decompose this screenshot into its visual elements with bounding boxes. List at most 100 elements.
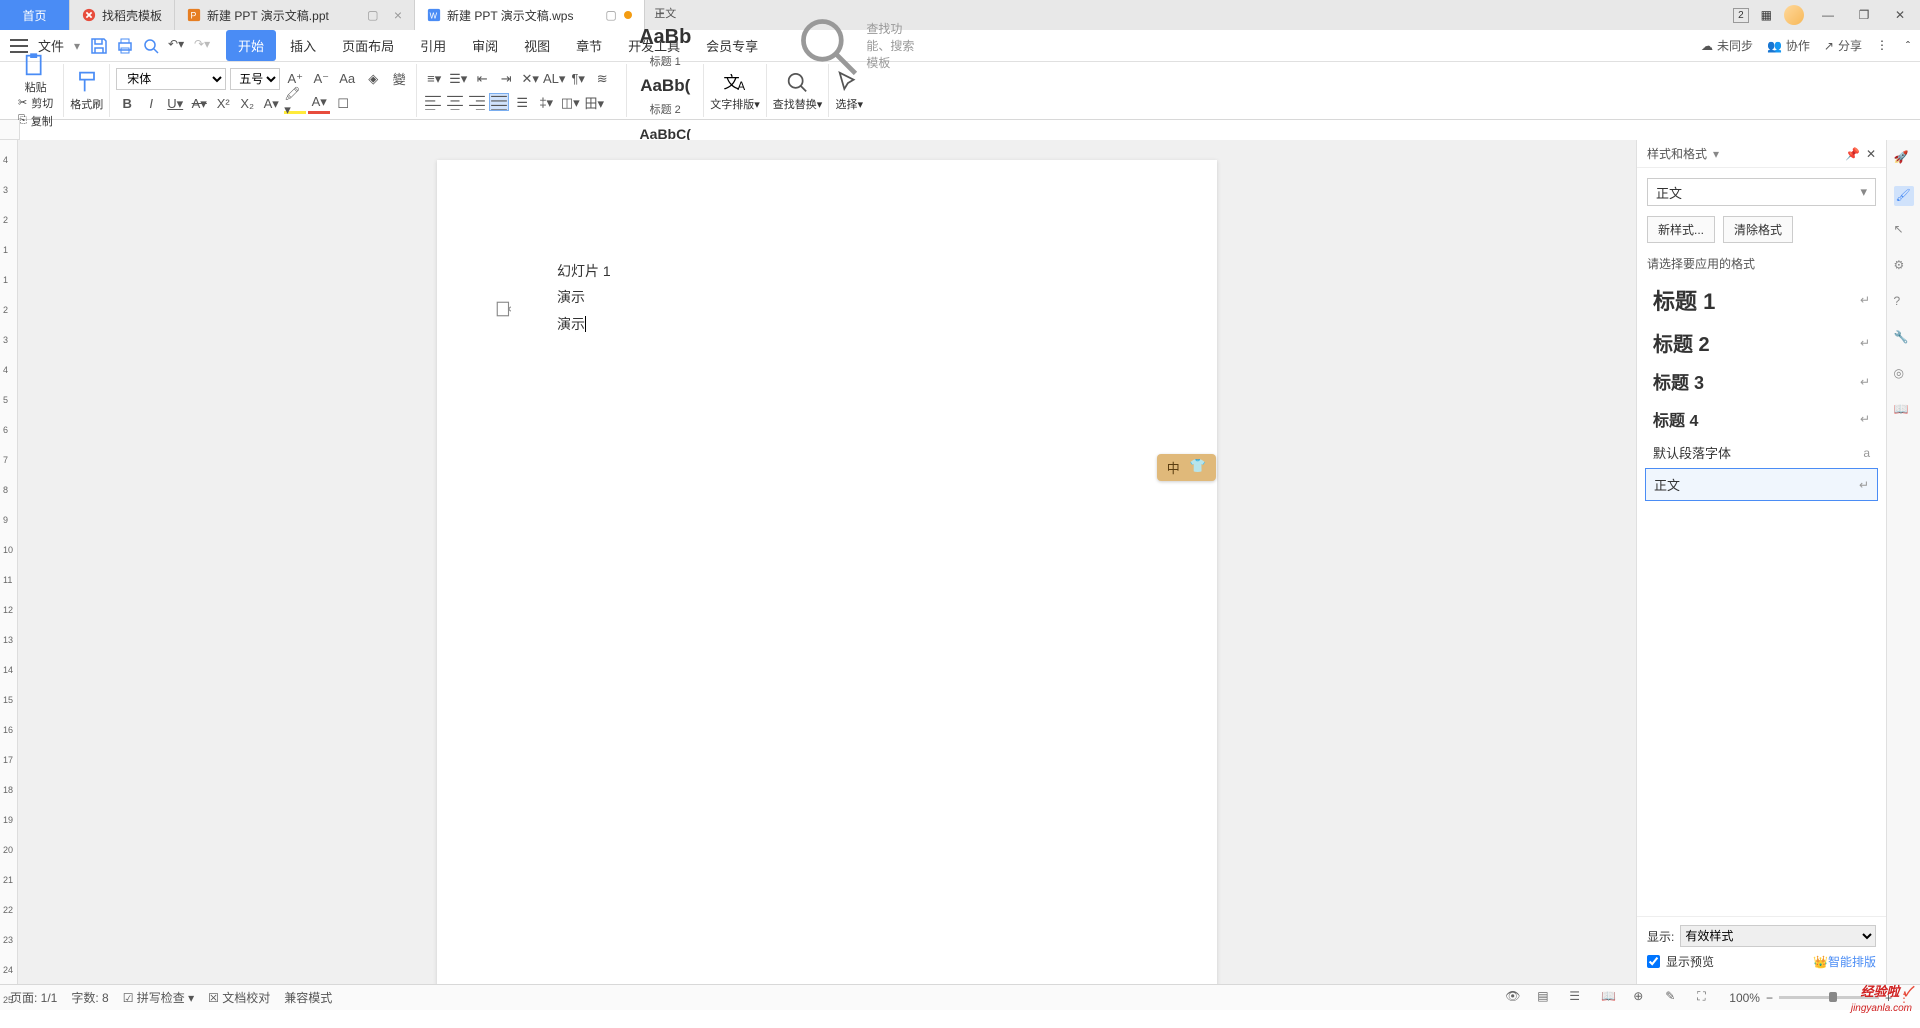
menu-insert[interactable]: 插入 — [278, 30, 328, 61]
page-view-icon[interactable]: ▤ — [1537, 989, 1555, 1007]
style-row[interactable]: 默认段落字体a — [1645, 437, 1878, 468]
subscript-button[interactable]: X₂ — [236, 94, 258, 114]
font-name-select[interactable]: 宋体 — [116, 68, 226, 90]
underline-button[interactable]: U▾ — [164, 94, 186, 114]
new-style-button[interactable]: 新样式... — [1647, 216, 1715, 243]
tools-icon[interactable]: 🔧 — [1894, 330, 1914, 350]
show-marks-icon[interactable]: ¶▾ — [567, 69, 589, 89]
zoom-value[interactable]: 100% — [1729, 991, 1760, 1005]
line-icon[interactable]: ≋ — [591, 69, 613, 89]
proofing-status[interactable]: ☒ 文档校对 — [208, 989, 270, 1006]
print-icon[interactable] — [116, 37, 134, 55]
preview-icon[interactable] — [142, 37, 160, 55]
close-button[interactable]: ✕ — [1888, 3, 1912, 27]
clear-format-icon[interactable]: ◈ — [362, 69, 384, 89]
paste-options-icon[interactable] — [495, 300, 513, 318]
style-item-h2[interactable]: AaBb(标题 2 — [633, 70, 697, 118]
highlight-icon[interactable]: 🖍▾ — [284, 94, 306, 114]
menu-ref[interactable]: 引用 — [408, 30, 458, 61]
cut-button[interactable]: ✂ 剪切 — [18, 95, 53, 111]
window-icon[interactable]: ▢ — [604, 8, 618, 22]
share-button[interactable]: ↗ 分享 — [1824, 37, 1862, 54]
badge-icon[interactable]: 2 — [1733, 8, 1749, 23]
line-spacing-icon[interactable]: ‡▾ — [535, 93, 557, 113]
tab-ppt[interactable]: P 新建 PPT 演示文稿.ppt ▢ × — [175, 0, 415, 30]
style-row[interactable]: 标题 4↵ — [1645, 401, 1878, 437]
display-select[interactable]: 有效样式 — [1680, 925, 1876, 947]
select-icon[interactable] — [835, 70, 863, 94]
sort-icon[interactable]: ✕▾ — [519, 69, 541, 89]
panel-dropdown-icon[interactable]: ▾ — [1713, 147, 1719, 161]
superscript-button[interactable]: X² — [212, 94, 234, 114]
window-icon[interactable]: ▢ — [366, 8, 380, 22]
avatar[interactable] — [1784, 5, 1804, 25]
target-icon[interactable]: ◎ — [1894, 366, 1914, 386]
font-size-select[interactable]: 五号 — [230, 68, 280, 90]
collapse-ribbon-icon[interactable]: ˆ — [1906, 39, 1910, 53]
panel-close-icon[interactable]: ✕ — [1866, 147, 1876, 161]
style-row[interactable]: 标题 1↵ — [1645, 278, 1878, 322]
bullets-icon[interactable]: ≡▾ — [423, 69, 445, 89]
style-brush-icon[interactable]: 🖌 — [1894, 186, 1914, 206]
align-left-button[interactable] — [423, 93, 443, 111]
format-painter-icon[interactable] — [73, 70, 101, 94]
cursor-strip-icon[interactable]: ↖ — [1894, 222, 1914, 242]
smart-layout-link[interactable]: 👑智能排版 — [1813, 953, 1876, 970]
undo-icon[interactable]: ↶▾ — [168, 37, 186, 55]
zoom-out-button[interactable]: − — [1766, 991, 1773, 1005]
style-row[interactable]: 标题 3↵ — [1645, 363, 1878, 401]
sync-status[interactable]: ☁ 未同步 — [1701, 37, 1753, 54]
tab-char-icon[interactable]: AL▾ — [543, 69, 565, 89]
draft-view-icon[interactable]: ✎ — [1665, 989, 1683, 1007]
clear-format-button[interactable]: 清除格式 — [1723, 216, 1793, 243]
phonetic-icon[interactable]: 變 — [388, 69, 410, 89]
preview-checkbox[interactable] — [1647, 955, 1660, 968]
tab-wps-active[interactable]: W 新建 PPT 演示文稿.wps ▢ — [415, 0, 645, 30]
tab-close-icon[interactable]: × — [394, 7, 402, 23]
copy-button[interactable]: ⎘ 复制 — [18, 113, 53, 129]
menu-layout[interactable]: 页面布局 — [330, 30, 406, 61]
page-status[interactable]: 页面: 1/1 — [10, 989, 57, 1006]
decrease-indent-icon[interactable]: ⇤ — [471, 69, 493, 89]
borders-icon[interactable]: 田▾ — [583, 93, 605, 113]
document-area[interactable]: 幻灯片 1 演示 演示 中 👕 — [18, 140, 1636, 984]
pin-icon[interactable]: 📌 — [1845, 147, 1860, 161]
italic-button[interactable]: I — [140, 94, 162, 114]
settings-slider-icon[interactable]: ⚙ — [1894, 258, 1914, 278]
grid-icon[interactable]: ▦ — [1761, 8, 1772, 22]
hamburger-icon[interactable] — [10, 39, 28, 53]
distribute-icon[interactable]: ☰ — [511, 93, 533, 113]
align-right-button[interactable] — [467, 93, 487, 111]
text-layout-icon[interactable]: 文A — [721, 70, 749, 94]
change-case-icon[interactable]: Aa — [336, 69, 358, 89]
shading-icon[interactable]: ◫▾ — [559, 93, 581, 113]
web-view-icon[interactable]: ⊕ — [1633, 989, 1651, 1007]
font-color-icon[interactable]: A▾ — [308, 94, 330, 114]
style-item-h1[interactable]: AaBb标题 1 — [633, 22, 697, 70]
more-icon[interactable]: ⋮ — [1876, 38, 1892, 54]
menu-member[interactable]: 会员专享 — [694, 30, 770, 61]
style-row[interactable]: 标题 2↵ — [1645, 322, 1878, 363]
menu-chapter[interactable]: 章节 — [564, 30, 614, 61]
spellcheck-status[interactable]: ☑ 拼写检查 ▾ — [123, 989, 194, 1006]
outline-view-icon[interactable]: ☰ — [1569, 989, 1587, 1007]
text-effect-icon[interactable]: A▾ — [260, 94, 282, 114]
menu-review[interactable]: 审阅 — [460, 30, 510, 61]
menu-start[interactable]: 开始 — [226, 30, 276, 61]
paste-icon[interactable] — [22, 53, 50, 77]
book-icon[interactable]: 📖 — [1894, 402, 1914, 422]
align-center-button[interactable] — [445, 93, 465, 111]
menu-view[interactable]: 视图 — [512, 30, 562, 61]
style-row[interactable]: 正文↵ — [1645, 468, 1878, 501]
strike-button[interactable]: A▾ — [188, 94, 210, 114]
collab-button[interactable]: 👥 协作 — [1767, 37, 1810, 54]
rocket-icon[interactable]: 🚀 — [1894, 150, 1914, 170]
minimize-button[interactable]: — — [1816, 3, 1840, 27]
redo-icon[interactable]: ↷▾ — [194, 37, 212, 55]
tab-home[interactable]: 首页 — [0, 0, 70, 30]
increase-indent-icon[interactable]: ⇥ — [495, 69, 517, 89]
find-replace-icon[interactable] — [784, 70, 812, 94]
reading-view-icon[interactable]: 📖 — [1601, 989, 1619, 1007]
word-count[interactable]: 字数: 8 — [71, 989, 108, 1006]
bold-button[interactable]: B — [116, 94, 138, 114]
